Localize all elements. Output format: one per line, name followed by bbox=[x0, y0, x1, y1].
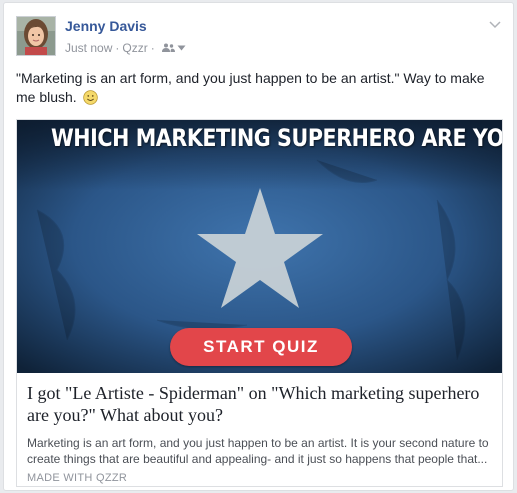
quiz-image[interactable]: WHICH MARKETING SUPERHERO ARE YOU? START… bbox=[17, 120, 502, 373]
post-message: "Marketing is an art form, and you just … bbox=[16, 69, 502, 110]
meta-separator: · bbox=[115, 41, 120, 55]
post-meta: Just now · Qzzr · bbox=[65, 41, 186, 55]
feed-post: Jenny Davis Just now · Qzzr · "Marketing… bbox=[3, 2, 514, 491]
friends-icon[interactable] bbox=[161, 43, 175, 53]
chevron-down-icon[interactable] bbox=[487, 17, 503, 33]
link-source: MADE WITH QZZR bbox=[27, 472, 128, 484]
caret-down-icon[interactable] bbox=[177, 45, 186, 51]
avatar[interactable] bbox=[16, 16, 56, 56]
smile-emoji bbox=[82, 90, 98, 110]
timestamp-link[interactable]: Just now bbox=[65, 41, 112, 55]
start-quiz-button[interactable]: START QUIZ bbox=[170, 328, 352, 366]
app-link[interactable]: Qzzr bbox=[122, 41, 147, 55]
quiz-image-title: WHICH MARKETING SUPERHERO ARE YOU? bbox=[50, 124, 502, 152]
meta-separator: · bbox=[150, 41, 155, 55]
link-attachment[interactable]: WHICH MARKETING SUPERHERO ARE YOU? START… bbox=[16, 119, 503, 487]
author-name-link[interactable]: Jenny Davis bbox=[65, 18, 147, 34]
link-title[interactable]: I got "Le Artiste - Spiderman" on "Which… bbox=[27, 382, 497, 426]
link-description: Marketing is an art form, and you just h… bbox=[27, 436, 489, 466]
